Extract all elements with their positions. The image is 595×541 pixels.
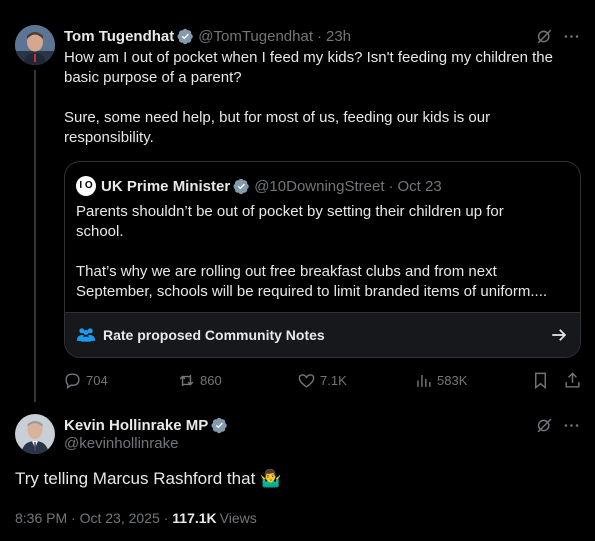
tweet1-text-paragraph2: Sure, some need help, but for most of us…: [64, 109, 491, 146]
like-icon: [298, 374, 315, 388]
views-button[interactable]: 583K: [414, 371, 467, 390]
arrow-right-icon: [550, 326, 568, 344]
author-name[interactable]: Tom Tugendhat: [64, 28, 174, 45]
reply-count: 704: [86, 373, 108, 388]
community-notes-bar[interactable]: Rate proposed Community Notes: [65, 312, 580, 357]
quoted-date: Oct 23: [397, 177, 442, 195]
verified-badge-icon: [233, 178, 250, 195]
downing-street-logo: I O: [76, 176, 96, 196]
author-name[interactable]: Kevin Hollinrake MP: [64, 417, 208, 434]
views-count: 583K: [437, 373, 468, 388]
quoted-text-paragraph1: Parents shouldn’t be out of pocket by se…: [76, 203, 504, 240]
verified-badge-icon: [211, 417, 228, 434]
views-icon: [417, 374, 431, 387]
repost-count: 860: [200, 373, 222, 388]
like-count: 7.1K: [320, 373, 347, 388]
tweet2-timestamp[interactable]: 8:36 PM · Oct 23, 2025 ·: [15, 510, 168, 526]
reply-button[interactable]: 704: [63, 371, 108, 390]
more-icon[interactable]: [562, 27, 581, 50]
separator: ·: [317, 27, 322, 45]
avatar-tom-tugendhat[interactable]: [15, 25, 55, 65]
grok-icon[interactable]: [535, 416, 554, 439]
tweet-time[interactable]: 23h: [326, 28, 351, 45]
tweet2-text-content: Try telling Marcus Rashford that: [15, 469, 256, 488]
repost-button[interactable]: 860: [177, 371, 222, 390]
tweet2-views-count: 117.1K: [172, 510, 217, 526]
tweet2-header: Kevin Hollinrake MP: [64, 415, 232, 435]
tweet2-meta: 8:36 PM · Oct 23, 2025 · 117.1K Views: [15, 510, 257, 526]
tweet1-text-paragraph1: How am I out of pocket when I feed my ki…: [64, 49, 553, 86]
separator: ·: [388, 177, 394, 195]
repost-icon: [179, 374, 194, 387]
share-icon[interactable]: [563, 371, 586, 390]
author-handle[interactable]: @TomTugendhat: [198, 28, 313, 45]
shrug-emoji: 🤷‍♂️: [260, 469, 282, 488]
thread-connector-line: [34, 70, 36, 402]
more-icon[interactable]: [562, 416, 581, 439]
quoted-tweet-header: I O UK Prime Minister @10DowningStreet ·…: [76, 176, 442, 196]
avatar-kevin-hollinrake[interactable]: [15, 414, 55, 454]
quoted-text-paragraph2: That’s why we are rolling out free break…: [76, 263, 548, 300]
bookmark-icon[interactable]: [531, 371, 554, 390]
reply-icon: [65, 373, 80, 390]
quoted-tweet-card[interactable]: I O UK Prime Minister @10DowningStreet ·…: [64, 161, 581, 358]
community-notes-icon: [76, 325, 96, 345]
author-handle[interactable]: @kevinhollinrake: [64, 435, 178, 452]
quoted-author-name[interactable]: UK Prime Minister: [101, 178, 230, 195]
quoted-handle: @10DowningStreet: [254, 177, 385, 195]
verified-badge-icon: [177, 28, 194, 45]
tweet1-header: Tom Tugendhat @TomTugendhat · 23h: [64, 26, 351, 46]
tweet2-views-label: Views: [219, 510, 257, 526]
community-notes-label: Rate proposed Community Notes: [103, 327, 325, 343]
like-button[interactable]: 7.1K: [297, 371, 347, 390]
grok-icon[interactable]: [535, 27, 554, 50]
tweet2-text: Try telling Marcus Rashford that 🤷‍♂️: [15, 469, 281, 489]
